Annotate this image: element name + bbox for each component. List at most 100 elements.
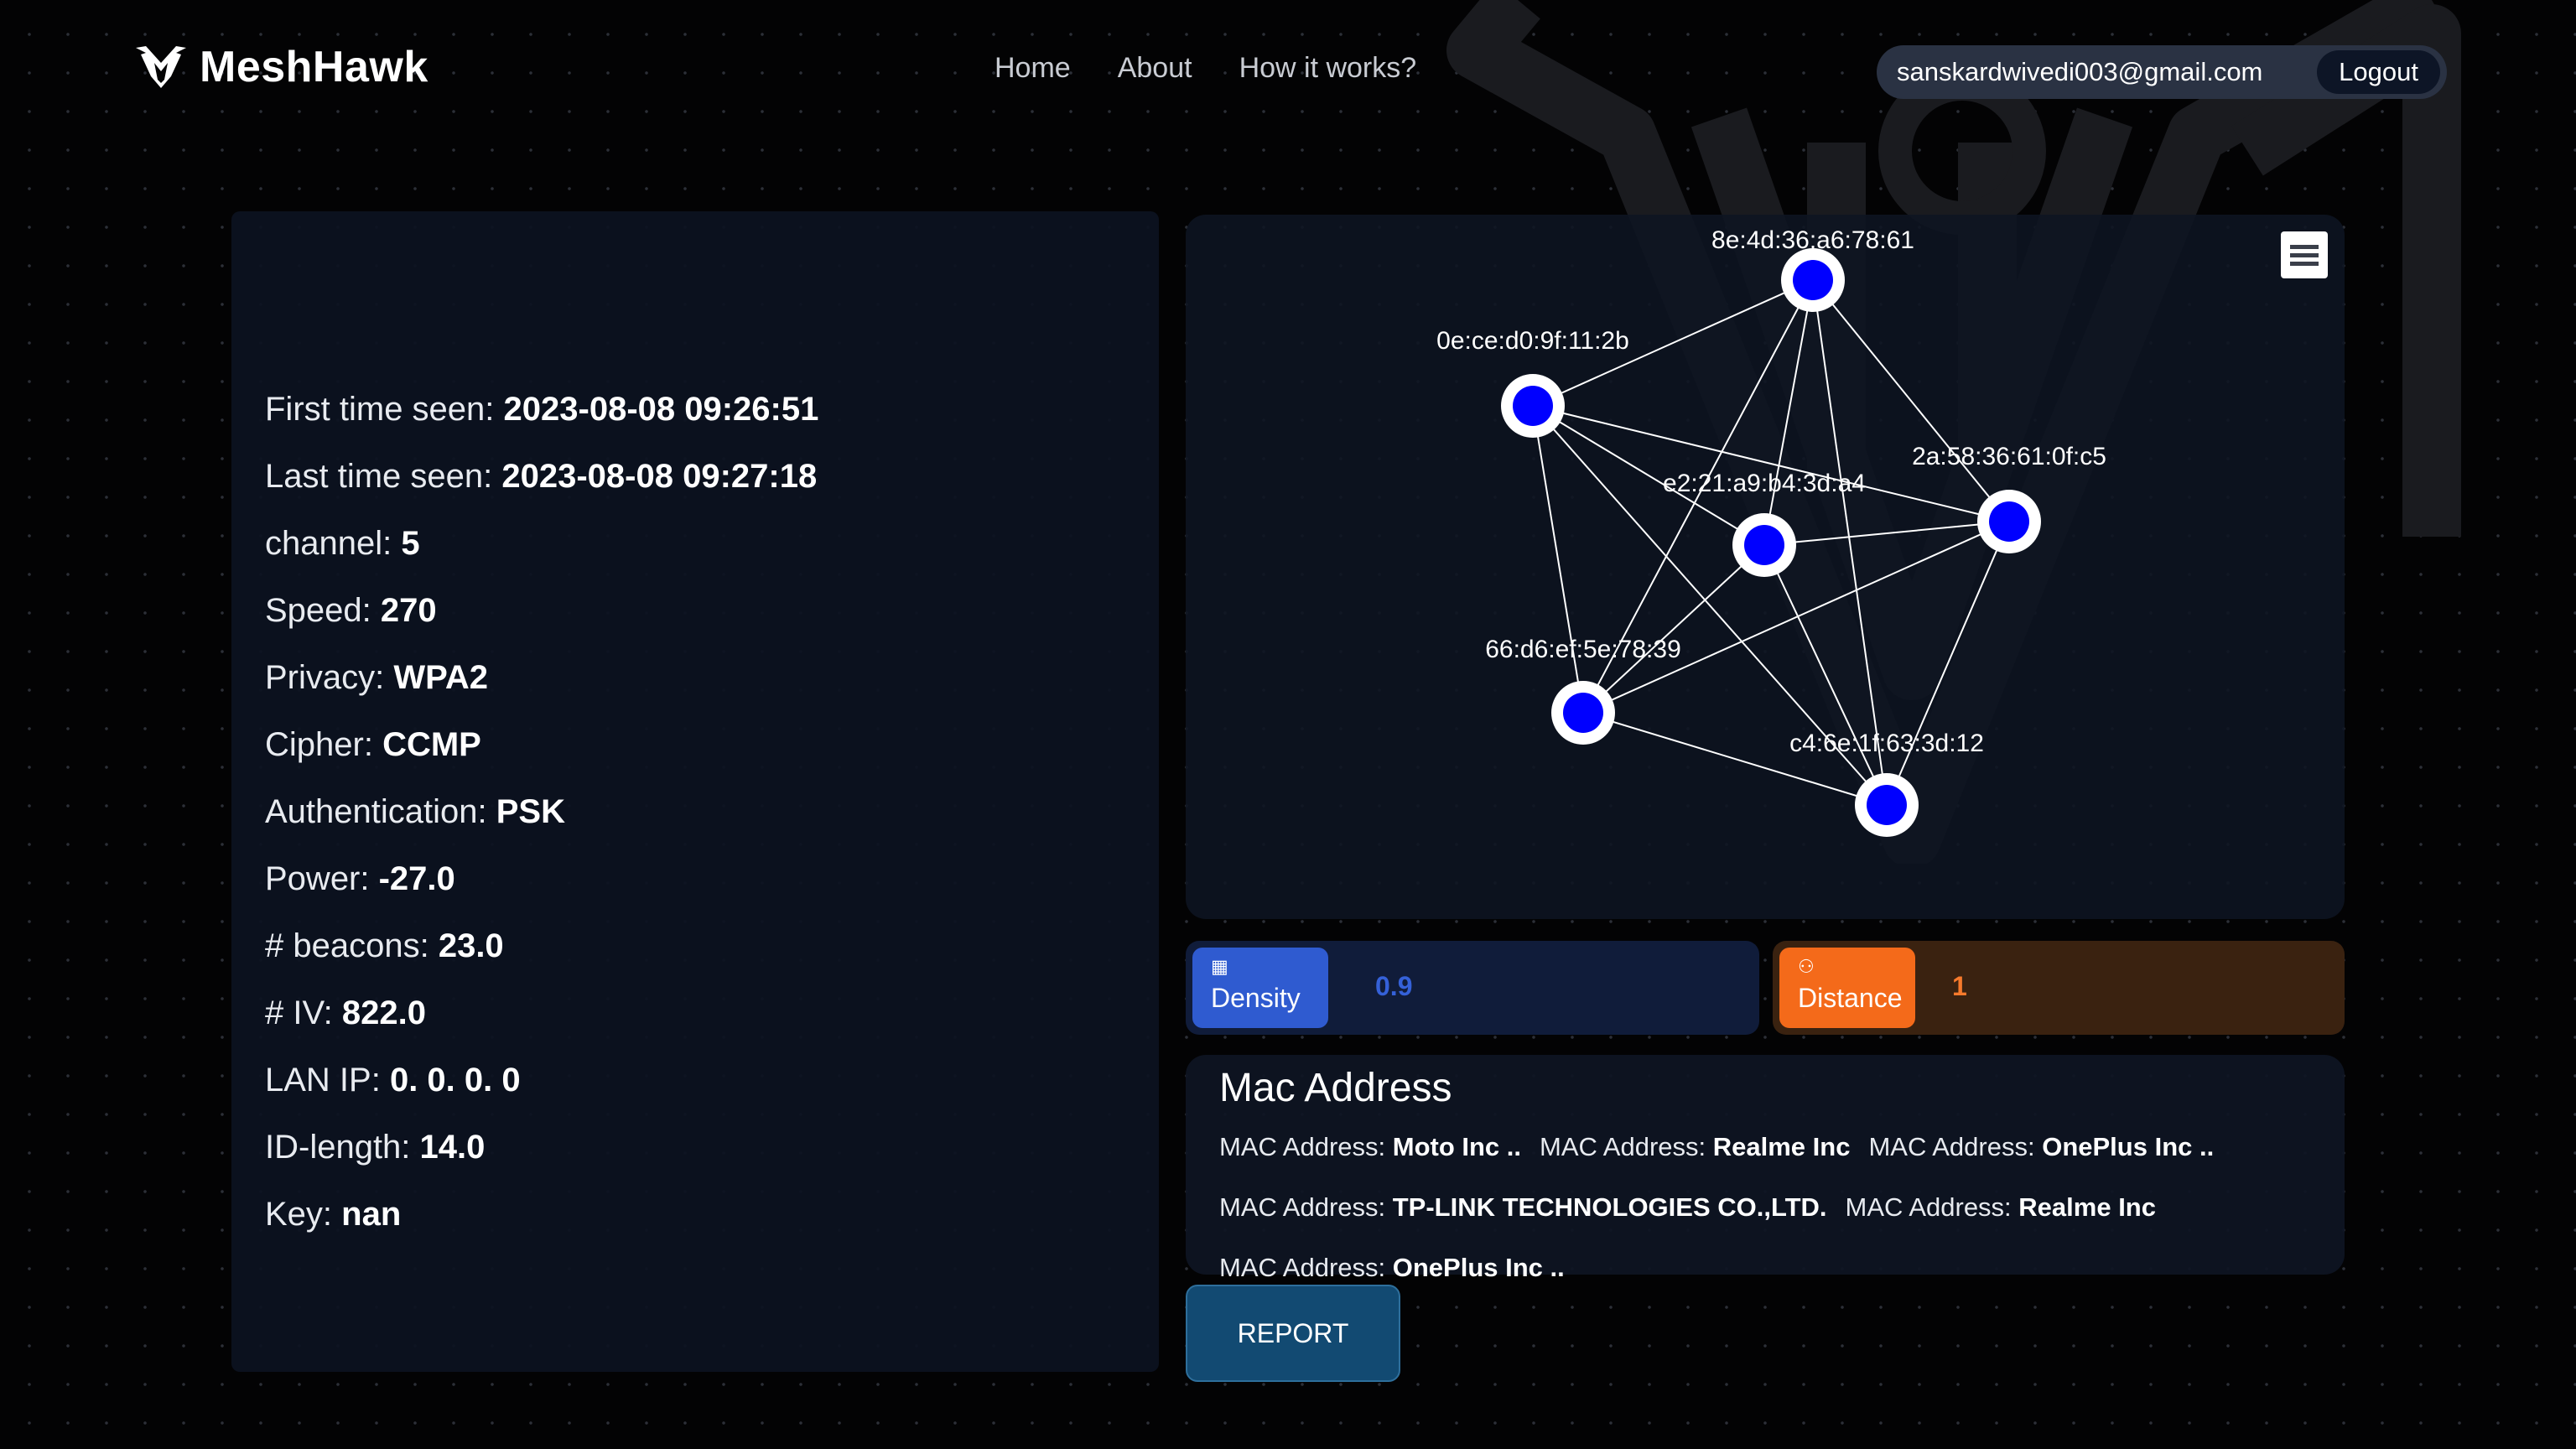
info-label: Last time seen: [265, 458, 502, 495]
info-label: Cipher: [265, 726, 383, 763]
distance-card: ⚇ Distance 1 [1773, 941, 2345, 1035]
info-row: Speed: 270 [265, 577, 818, 644]
graph-node[interactable] [1732, 513, 1796, 577]
graph-edge [1886, 521, 2010, 806]
graph-node-label: e2:21:a9:b4:3d:a4 [1663, 470, 1866, 497]
graph-edge [1763, 279, 1814, 546]
user-email: sanskardwivedi003@gmail.com [1897, 57, 2263, 86]
info-label: # IV: [265, 995, 342, 1031]
network-info-list: First time seen: 2023-08-08 09:26:51 Last… [265, 376, 818, 1248]
mac-entry: MAC Address: Moto Inc .. [1219, 1132, 1521, 1161]
brand-logo[interactable]: MeshHawk [134, 42, 428, 92]
mac-label: MAC Address: [1219, 1192, 1393, 1222]
info-label: Power: [265, 860, 379, 897]
info-label: LAN IP: [265, 1062, 390, 1098]
graph-node[interactable] [1501, 374, 1565, 438]
nav-links: Home About How it works? [995, 52, 1416, 85]
info-value: 2023-08-08 09:26:51 [503, 391, 819, 428]
grid-icon: ▦ [1211, 956, 1228, 977]
info-row: Privacy: WPA2 [265, 644, 818, 711]
hamburger-icon[interactable] [2281, 231, 2328, 278]
info-row: # beacons: 23.0 [265, 912, 818, 979]
mac-vendor: Moto Inc .. [1392, 1132, 1522, 1161]
info-label: ID-length: [265, 1129, 420, 1166]
info-value: nan [341, 1196, 402, 1233]
logout-button[interactable]: Logout [2317, 50, 2440, 94]
graph-edge [1582, 712, 1888, 806]
graph-node-dot [1744, 525, 1784, 565]
mac-address-list: MAC Address: Moto Inc .. MAC Address: Rea… [1219, 1117, 2326, 1298]
account-pill: sanskardwivedi003@gmail.com Logout [1877, 45, 2447, 99]
mac-label: MAC Address: [1845, 1192, 2019, 1222]
info-value: -27.0 [378, 860, 455, 897]
density-badge: ▦ Density [1192, 948, 1328, 1028]
graph-node[interactable] [1977, 490, 2041, 553]
mac-vendor: Realme Inc [1712, 1132, 1851, 1161]
mac-entry: MAC Address: TP-LINK TECHNOLOGIES CO.,LT… [1219, 1192, 1827, 1222]
mac-row: MAC Address: Moto Inc .. MAC Address: Rea… [1219, 1117, 2326, 1177]
nav-how-it-works-link[interactable]: How it works? [1239, 52, 1417, 85]
network-info-panel: First time seen: 2023-08-08 09:26:51 Last… [231, 211, 1159, 1372]
mac-label: MAC Address: [1540, 1132, 1713, 1161]
graph-node-dot [1513, 386, 1553, 426]
mac-vendor: TP-LINK TECHNOLOGIES CO.,LTD. [1392, 1192, 1827, 1222]
info-label: First time seen: [265, 391, 504, 428]
info-label: Speed: [265, 592, 381, 629]
top-navbar: MeshHawk Home About How it works? sanska… [0, 0, 2576, 143]
nav-about-link[interactable]: About [1118, 52, 1192, 85]
nav-home-link[interactable]: Home [995, 52, 1071, 85]
graph-node[interactable] [1781, 248, 1845, 312]
info-value: PSK [496, 793, 565, 830]
info-value: 5 [401, 525, 420, 562]
info-value: CCMP [382, 726, 481, 763]
graph-node-label: c4:6e:1f:63:3d:12 [1789, 730, 1984, 757]
mac-vendor: OnePlus Inc .. [2042, 1132, 2215, 1161]
info-row: # IV: 822.0 [265, 979, 818, 1046]
info-value: 2023-08-08 09:27:18 [501, 458, 818, 495]
graph-node-dot [1793, 260, 1833, 300]
graph-node[interactable] [1855, 773, 1919, 837]
graph-node-label: 2a:58:36:61:0f:c5 [1912, 443, 2106, 470]
mac-label: MAC Address: [1219, 1253, 1393, 1282]
graph-node-dot [1867, 785, 1907, 825]
mac-entry: MAC Address: Realme Inc [1540, 1132, 1850, 1161]
graph-node-dot [1989, 501, 2029, 542]
graph-node-label: 66:d6:ef:5e:78:39 [1485, 636, 1681, 663]
distance-badge: ⚇ Distance [1779, 948, 1915, 1028]
mac-label: MAC Address: [1868, 1132, 2043, 1161]
mac-address-panel: Mac Address MAC Address: Moto Inc .. MAC … [1186, 1055, 2345, 1282]
graph-edge [1532, 405, 1584, 714]
graph-node[interactable] [1551, 681, 1615, 745]
mac-title: Mac Address [1219, 1066, 1452, 1110]
info-label: # beacons: [265, 927, 439, 964]
info-row: Cipher: CCMP [265, 711, 818, 778]
info-label: channel: [265, 525, 402, 562]
info-row: Last time seen: 2023-08-08 09:27:18 [265, 443, 818, 510]
info-value: 270 [380, 592, 437, 629]
graph-node-label: 8e:4d:36:a6:78:61 [1711, 226, 1914, 254]
report-button[interactable]: REPORT [1186, 1285, 1400, 1382]
info-row: Key: nan [265, 1181, 818, 1248]
network-graph-panel: 8e:4d:36:a6:78:61 0e:ce:d0:9f:11:2b 2a:58:… [1186, 215, 2345, 919]
info-label: Authentication: [265, 793, 496, 830]
mac-row: MAC Address: TP-LINK TECHNOLOGIES CO.,LT… [1219, 1177, 2326, 1238]
hawk-logo-icon [136, 46, 186, 88]
info-row: LAN IP: 0. 0. 0. 0 [265, 1046, 818, 1114]
mac-entry: MAC Address: OnePlus Inc .. [1219, 1253, 1565, 1282]
density-card: ▦ Density 0.9 [1186, 941, 1759, 1035]
info-value: 0. 0. 0. 0 [389, 1062, 521, 1098]
graph-node-label: 0e:ce:d0:9f:11:2b [1436, 327, 1629, 355]
graph-edge [1582, 521, 2010, 714]
density-label: Density [1211, 983, 1301, 1013]
distance-label: Distance [1798, 983, 1903, 1013]
info-row: Power: -27.0 [265, 845, 818, 912]
density-value: 0.9 [1375, 971, 1413, 1001]
brand-name: MeshHawk [200, 43, 428, 91]
graph-edge [1763, 521, 2010, 546]
info-value: 14.0 [419, 1129, 486, 1166]
mac-vendor: Realme Inc [2018, 1192, 2156, 1222]
info-row: channel: 5 [265, 510, 818, 577]
network-graph[interactable]: 8e:4d:36:a6:78:61 0e:ce:d0:9f:11:2b 2a:58:… [1186, 215, 2345, 919]
distance-value: 1 [1952, 971, 1967, 1001]
mac-entry: MAC Address: OnePlus Inc .. [1868, 1132, 2214, 1161]
